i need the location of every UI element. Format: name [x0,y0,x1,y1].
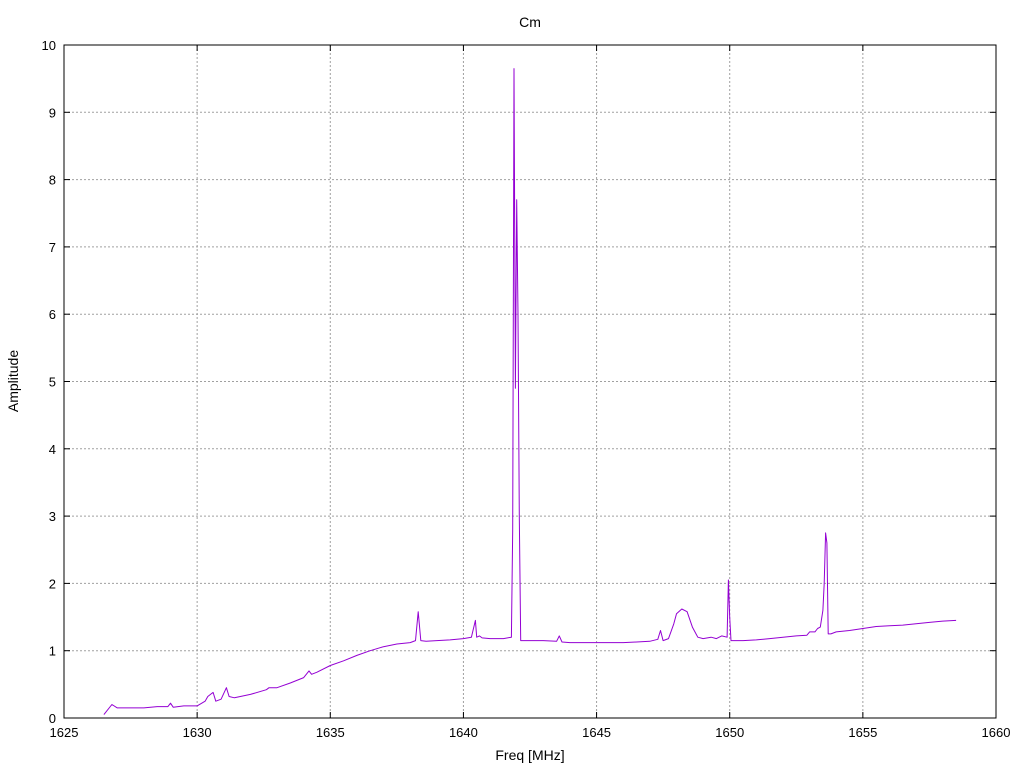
x-tick-label: 1660 [982,725,1011,740]
chart-title: Cm [519,14,541,30]
x-tick-label: 1640 [449,725,478,740]
y-tick-label: 7 [49,240,56,255]
x-axis-label: Freq [MHz] [495,747,564,763]
y-axis-label: Amplitude [5,350,21,412]
y-tick-label: 2 [49,576,56,591]
y-tick-label: 6 [49,307,56,322]
x-tick-label: 1645 [582,725,611,740]
y-tick-label: 0 [49,711,56,726]
y-tick-label: 4 [49,442,56,457]
y-tick-label: 9 [49,105,56,120]
y-axis-tick-labels: 0 1 2 3 4 5 6 7 8 9 10 [42,38,56,726]
amplitude-series-line [103,68,957,715]
x-tick-label: 1625 [50,725,79,740]
x-tick-label: 1630 [183,725,212,740]
x-tick-label: 1650 [715,725,744,740]
chart: 1625 1630 1635 1640 1645 1650 1655 1660 0 1 2 3 4 5 6… [5,14,1011,763]
x-tick-label: 1635 [316,725,345,740]
x-tick-label: 1655 [848,725,877,740]
y-tick-label: 10 [42,38,56,53]
y-tick-label: 3 [49,509,56,524]
y-tick-label: 1 [49,644,56,659]
x-axis-tick-labels: 1625 1630 1635 1640 1645 1650 1655 1660 [50,725,1011,740]
y-tick-label: 8 [49,173,56,188]
grid [64,45,996,718]
series-group [103,68,957,715]
y-tick-label: 5 [49,375,56,390]
